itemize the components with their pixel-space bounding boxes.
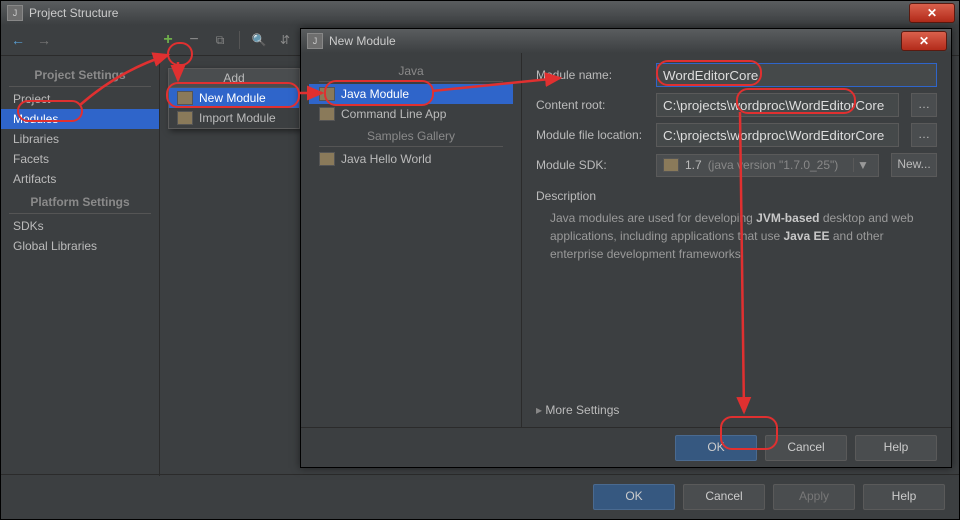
field-module-name: Module name: (536, 63, 937, 87)
add-popup-head: Add (169, 69, 299, 88)
description-text: Java modules are used for developing JVM… (536, 209, 937, 263)
left-item-hello-world[interactable]: Java Hello World (309, 149, 513, 169)
module-location-label: Module file location: (536, 128, 648, 142)
sidebar-head-platform: Platform Settings (9, 191, 151, 214)
sidebar: Project Settings Project Modules Librari… (1, 56, 160, 476)
newmod-titlebar[interactable]: J New Module ✕ (301, 29, 951, 53)
main-cancel-button[interactable]: Cancel (683, 484, 765, 510)
folder-icon (177, 91, 193, 105)
newmod-ok-button[interactable]: OK (675, 435, 757, 461)
sidebar-item-facets[interactable]: Facets (1, 149, 159, 169)
folder-icon (319, 107, 335, 121)
left-item-java-module[interactable]: Java Module (309, 84, 513, 104)
newmod-button-row: OK Cancel Help (301, 427, 951, 468)
chevron-down-icon: ▼ (853, 158, 872, 172)
separator (239, 31, 240, 49)
newmod-cancel-button[interactable]: Cancel (765, 435, 847, 461)
remove-icon[interactable]: − (185, 31, 203, 49)
module-sdk-dropdown[interactable]: 1.7 (java version "1.7.0_25") ▼ (656, 154, 879, 177)
popup-item-import-module[interactable]: Import Module (169, 108, 299, 128)
app-icon: J (7, 5, 23, 21)
newmod-help-button[interactable]: Help (855, 435, 937, 461)
category-samples: Samples Gallery (319, 126, 503, 147)
sidebar-head-project: Project Settings (9, 64, 151, 87)
folder-icon (319, 152, 335, 166)
newmod-close-button[interactable]: ✕ (901, 31, 947, 51)
left-item-label: Java Hello World (341, 152, 431, 166)
sidebar-item-sdks[interactable]: SDKs (1, 216, 159, 236)
forward-icon[interactable]: → (35, 31, 53, 49)
module-name-input[interactable] (656, 63, 937, 87)
newmod-left-panel: Java Java Module Command Line App Sample… (301, 53, 522, 427)
description-heading: Description (536, 189, 937, 203)
module-sdk-label: Module SDK: (536, 158, 648, 172)
sdk-value: 1.7 (685, 158, 702, 172)
main-help-button[interactable]: Help (863, 484, 945, 510)
new-module-dialog: J New Module ✕ Java Java Module Command … (300, 28, 952, 468)
sidebar-item-modules[interactable]: Modules (1, 109, 159, 129)
main-titlebar[interactable]: J Project Structure ✕ (1, 1, 959, 25)
left-item-cmdline[interactable]: Command Line App (309, 104, 513, 124)
field-module-location: Module file location: … (536, 123, 937, 147)
content-root-browse-button[interactable]: … (911, 93, 937, 117)
import-icon (177, 111, 193, 125)
main-close-button[interactable]: ✕ (909, 3, 955, 23)
sidebar-item-project[interactable]: Project (1, 89, 159, 109)
content-root-input[interactable] (656, 93, 899, 117)
popup-item-label: New Module (199, 91, 266, 105)
left-item-label: Command Line App (341, 107, 446, 121)
module-location-input[interactable] (656, 123, 899, 147)
sdk-detail: (java version "1.7.0_25") (708, 158, 839, 172)
popup-item-new-module[interactable]: New Module (169, 88, 299, 108)
module-location-browse-button[interactable]: … (911, 123, 937, 147)
folder-icon (663, 158, 679, 172)
field-content-root: Content root: … (536, 93, 937, 117)
add-icon[interactable]: + (159, 31, 177, 49)
sidebar-item-global-libraries[interactable]: Global Libraries (1, 236, 159, 256)
main-title: Project Structure (29, 6, 118, 20)
folder-icon (319, 87, 335, 101)
sidebar-item-artifacts[interactable]: Artifacts (1, 169, 159, 189)
main-footer: OK Cancel Apply Help (1, 474, 959, 519)
module-name-label: Module name: (536, 68, 648, 82)
left-item-label: Java Module (341, 87, 409, 101)
sidebar-item-libraries[interactable]: Libraries (1, 129, 159, 149)
newmod-body: Java Java Module Command Line App Sample… (301, 53, 951, 427)
new-sdk-button[interactable]: New... (891, 153, 937, 177)
copy-icon[interactable]: ⧉ (211, 31, 229, 49)
back-icon[interactable]: ← (9, 31, 27, 49)
newmod-title: New Module (329, 34, 396, 48)
search-icon[interactable]: 🔍 (250, 31, 268, 49)
content-root-label: Content root: (536, 98, 648, 112)
more-settings-toggle[interactable]: More Settings (536, 403, 619, 417)
popup-item-label: Import Module (199, 111, 276, 125)
main-apply-button[interactable]: Apply (773, 484, 855, 510)
field-module-sdk: Module SDK: 1.7 (java version "1.7.0_25"… (536, 153, 937, 177)
category-java: Java (319, 61, 503, 82)
newmod-right-panel: Module name: Content root: … Module file… (522, 53, 951, 427)
main-ok-button[interactable]: OK (593, 484, 675, 510)
app-icon: J (307, 33, 323, 49)
expand-icon[interactable]: ⇵ (276, 31, 294, 49)
add-popup: Add New Module Import Module (168, 68, 300, 129)
